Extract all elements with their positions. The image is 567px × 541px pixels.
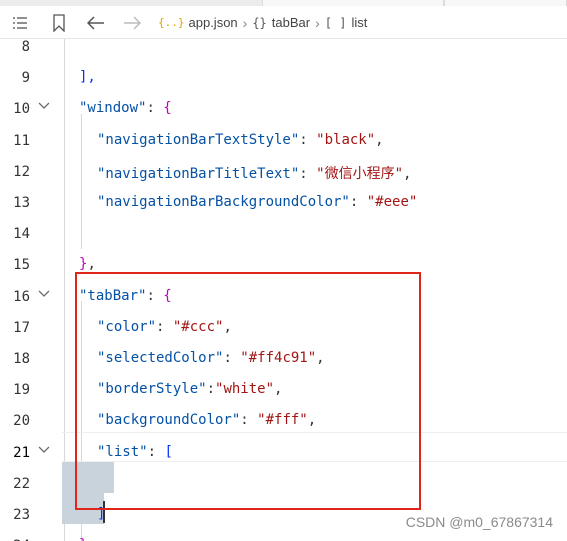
code-line[interactable]: "navigationBarBackgroundColor": "#eee" [97,194,417,210]
breadcrumb-object[interactable]: tabBar [272,15,310,30]
line-number: 10 [13,101,30,118]
line-number: 12 [13,163,30,180]
code-token: ], [79,69,96,86]
code-token: "black" [316,131,376,148]
line-number: 14 [13,226,30,243]
line-number: 22 [13,475,30,492]
code-token: , [375,131,384,148]
code-token: "微信小程序" [316,165,404,182]
code-line[interactable]: } [79,537,87,541]
line-number: 8 [21,39,30,55]
array-icon: [ ] [324,15,347,30]
chevron-right-icon: › [242,14,248,31]
fold-chevron-icon[interactable] [38,100,50,114]
code-token: : [299,131,317,148]
annotation-box [75,272,421,510]
code-token: : [146,100,164,117]
chevron-right-icon: › [315,14,320,31]
line-number: 17 [13,319,30,336]
line-number: 19 [13,382,30,399]
json-file-icon: {..} [158,16,185,29]
line-number: 23 [13,507,30,523]
code-token: } [79,537,87,541]
back-arrow-icon[interactable] [84,6,108,39]
code-line[interactable]: "navigationBarTitleText": "微信小程序", [97,163,411,183]
line-number: 18 [13,351,30,367]
breadcrumb-file[interactable]: app.json [189,15,238,30]
code-token: : [299,165,317,182]
code-token: "navigationBarBackgroundColor" [97,194,350,210]
breadcrumb-array[interactable]: list [351,15,367,30]
code-token: "navigationBarTitleText" [97,165,300,182]
code-token: : [349,194,367,210]
line-number: 9 [21,70,30,87]
code-token: "navigationBarTextStyle" [97,131,300,148]
code-token: "#eee" [366,194,418,210]
line-number: 15 [13,257,30,274]
code-token: { [163,100,172,117]
code-token: , [403,165,412,182]
breadcrumb: {..} app.json › {} tabBar › [ ] list [158,6,367,39]
indent-guide [81,114,82,249]
code-line[interactable]: ], [79,69,96,85]
fold-chevron-icon[interactable] [38,444,50,458]
code-line[interactable]: "window": { [79,100,172,116]
breadcrumb-toolbar: {..} app.json › {} tabBar › [ ] list [0,6,567,39]
code-token: , [87,256,96,273]
code-line[interactable]: }, [79,256,96,272]
code-line[interactable]: "navigationBarTextStyle": "black", [97,132,384,148]
line-number: 21 [13,444,30,461]
line-number: 11 [13,132,30,149]
fold-chevron-icon[interactable] [38,288,50,302]
bookmark-icon[interactable] [47,6,71,39]
object-icon: {} [252,15,267,30]
forward-arrow-icon[interactable] [120,6,144,39]
code-token: "window" [79,100,147,117]
line-number: 20 [13,413,30,430]
list-menu-icon[interactable] [8,6,32,39]
watermark: CSDN @m0_67867314 [405,514,553,530]
line-number: 16 [13,288,30,305]
line-number: 13 [13,195,30,211]
